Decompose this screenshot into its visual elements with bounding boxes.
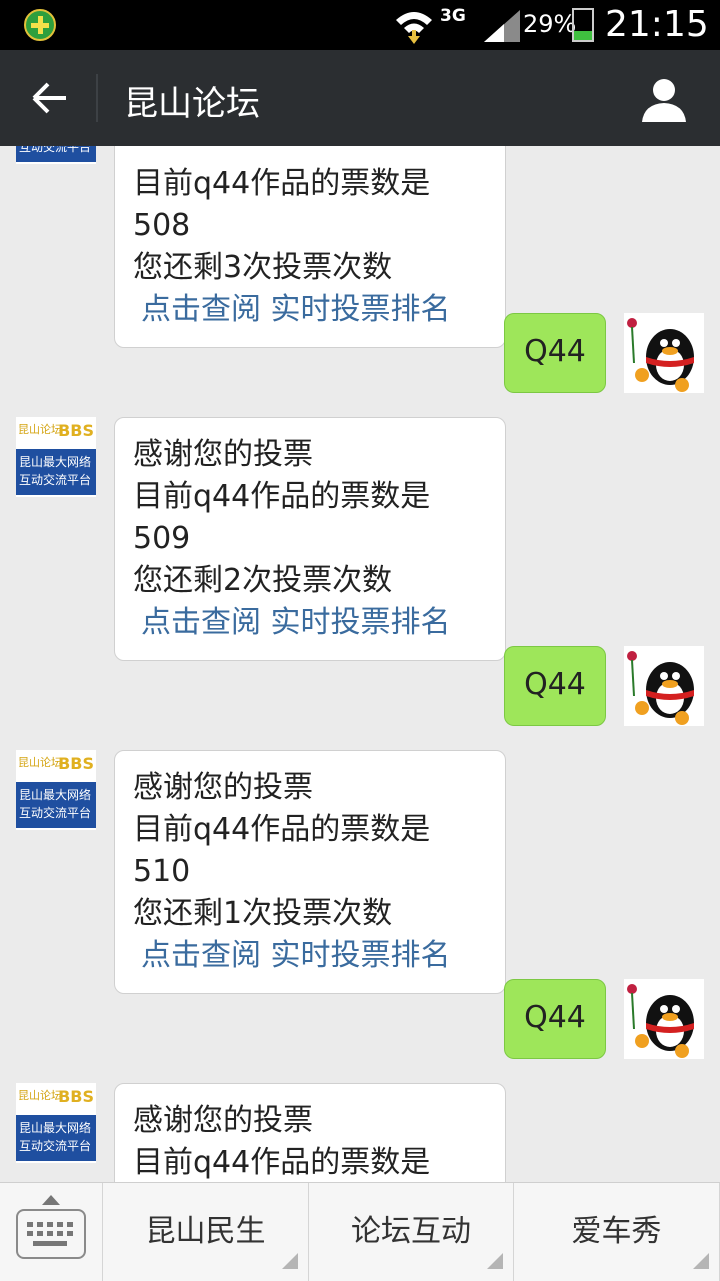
chat-messages[interactable]: 昆山论坛BBS 昆山最大网络互动交流平台 目前q44作品的票数是508 您还剩3…: [0, 146, 720, 1182]
bot-message: 感谢您的投票 目前q44作品的票数是510 您还剩1次投票次数 点击查阅 实时投…: [114, 750, 506, 994]
battery-icon: [572, 8, 594, 42]
message-line: 目前q44作品的票数是509: [133, 479, 431, 556]
menu-item-car-show[interactable]: 爱车秀: [514, 1183, 720, 1281]
app-notification-icon: [24, 9, 56, 41]
message-line: 您还剩1次投票次数: [133, 896, 393, 931]
signal-icon: [484, 10, 520, 42]
bot-message: 感谢您的投票 目前q44作品的票数是511: [114, 1083, 506, 1182]
user-avatar-penguin-icon[interactable]: [624, 313, 704, 393]
vote-ranking-link[interactable]: 点击查阅 实时投票排名: [133, 289, 487, 331]
message-line: 您还剩2次投票次数: [133, 563, 393, 598]
user-message: Q44: [504, 646, 606, 726]
message-line: 目前q44作品的票数是511: [133, 1145, 431, 1180]
message-line: 感谢您的投票: [133, 437, 313, 472]
keyboard-toggle-button[interactable]: [0, 1183, 103, 1281]
menu-item-forum-interaction[interactable]: 论坛互动: [309, 1183, 514, 1281]
custom-menu-bar: 昆山民生 论坛互动 爱车秀: [0, 1182, 720, 1281]
user-message: Q44: [504, 979, 606, 1059]
chat-header: 昆山论坛: [0, 50, 720, 146]
chat-title: 昆山论坛: [124, 84, 260, 124]
wifi-icon: [396, 12, 432, 44]
bot-message: 目前q44作品的票数是508 您还剩3次投票次数 点击查阅 实时投票排名: [114, 146, 506, 348]
user-message: Q44: [504, 313, 606, 393]
vote-ranking-link[interactable]: 点击查阅 实时投票排名: [133, 935, 487, 977]
bot-avatar[interactable]: 昆山论坛BBS 昆山最大网络互动交流平台: [16, 146, 96, 164]
clock: 21:15: [605, 4, 709, 45]
keyboard-icon: [16, 1209, 86, 1259]
status-bar: 3G 29% 21:15: [0, 0, 720, 50]
profile-icon[interactable]: [640, 76, 688, 124]
user-avatar-penguin-icon[interactable]: [624, 646, 704, 726]
message-line: 您还剩3次投票次数: [133, 250, 393, 285]
bot-avatar[interactable]: 昆山论坛BBS 昆山最大网络互动交流平台: [16, 1083, 96, 1163]
chevron-up-icon: [42, 1195, 60, 1205]
bot-avatar[interactable]: 昆山论坛BBS 昆山最大网络互动交流平台: [16, 417, 96, 497]
back-arrow-icon[interactable]: [30, 78, 70, 118]
bot-message: 感谢您的投票 目前q44作品的票数是509 您还剩2次投票次数 点击查阅 实时投…: [114, 417, 506, 661]
header-divider: [96, 74, 98, 122]
network-type: 3G: [440, 6, 466, 26]
message-line: 感谢您的投票: [133, 770, 313, 805]
menu-item-kunshan-life[interactable]: 昆山民生: [103, 1183, 309, 1281]
message-line: 目前q44作品的票数是510: [133, 812, 431, 889]
vote-ranking-link[interactable]: 点击查阅 实时投票排名: [133, 602, 487, 644]
user-avatar-penguin-icon[interactable]: [624, 979, 704, 1059]
bot-avatar[interactable]: 昆山论坛BBS 昆山最大网络互动交流平台: [16, 750, 96, 830]
battery-percent: 29%: [523, 10, 577, 38]
message-line: 目前q44作品的票数是508: [133, 166, 431, 243]
message-line: 感谢您的投票: [133, 1103, 313, 1138]
